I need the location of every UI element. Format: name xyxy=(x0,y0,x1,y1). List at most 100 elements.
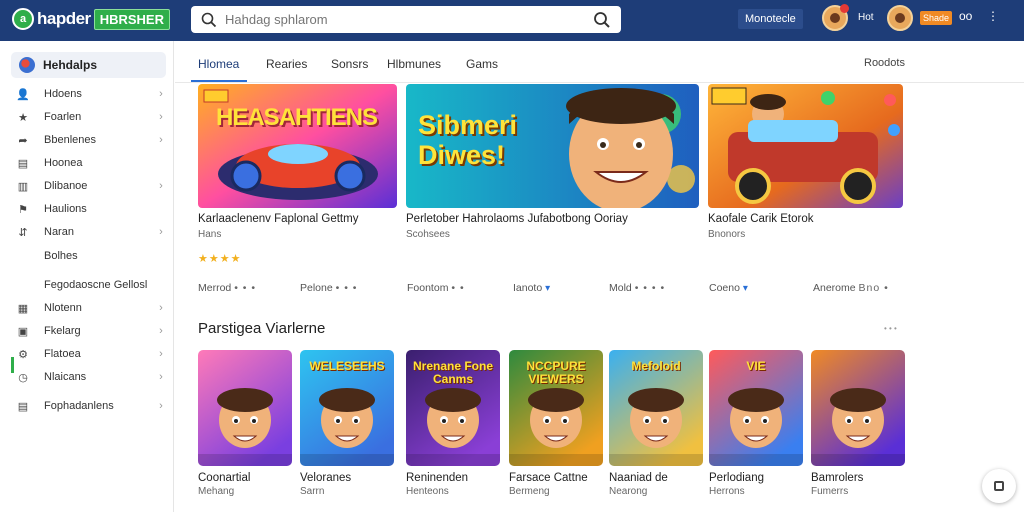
more-icon[interactable]: ⋮ xyxy=(987,9,999,23)
meta-filter-5[interactable]: Coeno ▾ xyxy=(709,282,748,294)
game-tile-5[interactable]: VIE xyxy=(709,350,803,466)
search-submit-icon[interactable] xyxy=(593,11,611,29)
game-tile-1[interactable]: WELESEEHS xyxy=(300,350,394,466)
top-label[interactable]: Hot xyxy=(858,12,874,23)
game-tile-2[interactable]: Nrenane Fone Canms xyxy=(406,350,500,466)
gear-icon: ⚙ xyxy=(18,348,28,361)
search-bar xyxy=(191,6,621,33)
section-more[interactable]: • • • xyxy=(884,324,897,333)
section-title: Parstigea Viarlerne xyxy=(198,320,326,337)
chevron-right-icon: › xyxy=(159,371,163,383)
game-tile-title[interactable]: Bamrolers xyxy=(811,472,863,484)
search-input[interactable] xyxy=(225,12,593,27)
sidebar-item-label: Nlotenn xyxy=(44,302,82,314)
meta-filter-dots: • • xyxy=(451,282,465,294)
sidebar-item-b2[interactable]: ⚙ Flatoea › xyxy=(16,344,166,364)
floating-action-button[interactable] xyxy=(982,469,1016,503)
notification-dot xyxy=(840,4,849,13)
chevron-down-icon: ▾ xyxy=(742,283,748,294)
sidebar-item-a1[interactable]: ★ Foarlen › xyxy=(16,107,166,127)
meta-filter-dots: • • • xyxy=(335,282,358,294)
trend-icon: ⇵ xyxy=(18,226,28,239)
sidebar-item-a0[interactable]: 👤 Hdoens › xyxy=(16,84,166,104)
featured-sub-3: Bnonors xyxy=(708,229,746,240)
square-icon xyxy=(994,481,1004,491)
sidebar-header-label: Hehdalps xyxy=(43,58,98,72)
game-tile-title[interactable]: Coonartial xyxy=(198,472,250,484)
game-tile-title[interactable]: Perlodiang xyxy=(709,472,764,484)
game-tile-subtitle: Sarrn xyxy=(300,486,325,497)
avatar-secondary[interactable] xyxy=(887,5,913,31)
game-tile-subtitle: Fumerrs xyxy=(811,486,849,497)
account-chip[interactable]: Monotecle xyxy=(738,9,803,29)
game-tile-title[interactable]: Naaniad de xyxy=(609,472,668,484)
game-tile-title[interactable]: Veloranes xyxy=(300,472,351,484)
logo-text: hapder xyxy=(37,9,91,28)
meta-filter-1[interactable]: Pelone • • • xyxy=(300,282,358,294)
meta-filter-2[interactable]: Foontom • • xyxy=(407,282,465,294)
sidebar-item-a4[interactable]: ▥ Dlibanoe › xyxy=(16,176,166,196)
sidebar-sub-label[interactable]: Bolhes xyxy=(44,250,78,262)
meta-filter-label: Foontom xyxy=(407,282,452,294)
toggle-icon[interactable]: oo xyxy=(959,9,972,23)
featured-title-3[interactable]: Kaofale Carik Etorok xyxy=(708,213,813,225)
featured-card-1[interactable]: HEASAHTIENS xyxy=(198,84,397,208)
sidebar-header[interactable]: Hehdalps xyxy=(11,52,166,78)
sidebar-item-label: Flatoea xyxy=(44,348,81,360)
table-icon: ▤ xyxy=(17,400,29,413)
featured-card-2[interactable]: Sibmeri Diwes! xyxy=(406,84,699,208)
game-tile-art-text: Mefoloid xyxy=(631,359,681,373)
game-tile-0[interactable] xyxy=(198,350,292,466)
clock-icon: ◷ xyxy=(18,371,28,384)
meta-filter-3[interactable]: Ianoto ▾ xyxy=(513,282,550,294)
active-tab-underline xyxy=(191,80,247,82)
app-logo[interactable]: a hapder HBRSHER xyxy=(12,8,170,30)
game-tile-3[interactable]: NCCPURE VIEWERS xyxy=(509,350,603,466)
meta-filter-4[interactable]: Mold • • • • xyxy=(609,282,665,294)
meta-filter-0[interactable]: Merrod • • • xyxy=(198,282,256,294)
sidebar-item-label: Nlaicans xyxy=(44,371,87,383)
sidebar-item-a3[interactable]: ▤ Hoonea xyxy=(16,153,166,173)
chevron-right-icon: › xyxy=(159,226,163,238)
sidebar-item-b1[interactable]: ▣ Fkelarg › xyxy=(16,321,166,341)
sidebar-item-footer-0[interactable]: ▤ Fophadanlens › xyxy=(16,396,166,416)
game-tile-4[interactable]: Mefoloid xyxy=(609,350,703,466)
tab-home[interactable]: Hlomea xyxy=(198,57,239,71)
sidebar-item-b0[interactable]: ▦ Nlotenn › xyxy=(16,298,166,318)
featured-card-3[interactable] xyxy=(708,84,903,208)
featured-art-text-2: Sibmeri Diwes! xyxy=(418,110,518,170)
sidebar-item-a6[interactable]: ⇵ Naran › xyxy=(16,222,166,242)
featured-title-2[interactable]: Perletober Hahrolaoms Jufabotbong Ooriay xyxy=(406,213,628,225)
tab-games[interactable]: Gams xyxy=(466,57,498,71)
game-tile-title[interactable]: Farsace Cattne xyxy=(509,472,588,484)
tab-right-link[interactable]: Roodots xyxy=(864,57,905,69)
meta-filter-6[interactable]: Anerome Bno • xyxy=(813,282,889,294)
sidebar-item-label: Bbenlenes xyxy=(44,134,96,146)
meta-filter-dots: Bno • xyxy=(858,282,889,294)
star-icon: ★ xyxy=(18,111,28,124)
chevron-right-icon: › xyxy=(159,348,163,360)
sidebar-item-label: Haulions xyxy=(44,203,87,215)
tab-sources[interactable]: Sonsrs xyxy=(331,57,368,71)
sidebar-item-label: Foarlen xyxy=(44,111,82,123)
chevron-right-icon: › xyxy=(159,134,163,146)
sidebar-group-label: Fegodaoscne Gellosl xyxy=(44,279,148,291)
game-tile-art-text: WELESEEHS xyxy=(309,359,385,373)
sidebar-item-b3[interactable]: ◷ Nlaicans › xyxy=(16,367,166,387)
game-tile-subtitle: Herrons xyxy=(709,486,745,497)
game-tile-subtitle: Henteons xyxy=(406,486,449,497)
sidebar-item-a5[interactable]: ⚑ Haulions xyxy=(16,199,166,219)
featured-title-1[interactable]: Karlaaclenenv Faplonal Gettmy xyxy=(198,213,358,225)
tab-series[interactable]: Rearies xyxy=(266,57,307,71)
rating-stars: ★★★★ xyxy=(198,253,242,265)
game-tile-title[interactable]: Reninenden xyxy=(406,472,468,484)
game-tile-subtitle: Nearong xyxy=(609,486,648,497)
orange-badge[interactable]: Shade xyxy=(920,11,952,25)
sidebar-item-a2[interactable]: ➦ Bbenlenes › xyxy=(16,130,166,150)
game-tile-6[interactable] xyxy=(811,350,905,466)
box-icon: ▣ xyxy=(17,325,29,338)
game-tile-art-text: Nrenane Fone Canms xyxy=(412,359,493,386)
meta-filter-label: Merrod xyxy=(198,282,235,294)
tab-numbers[interactable]: Hlbmunes xyxy=(387,57,441,71)
chevron-right-icon: › xyxy=(159,325,163,337)
